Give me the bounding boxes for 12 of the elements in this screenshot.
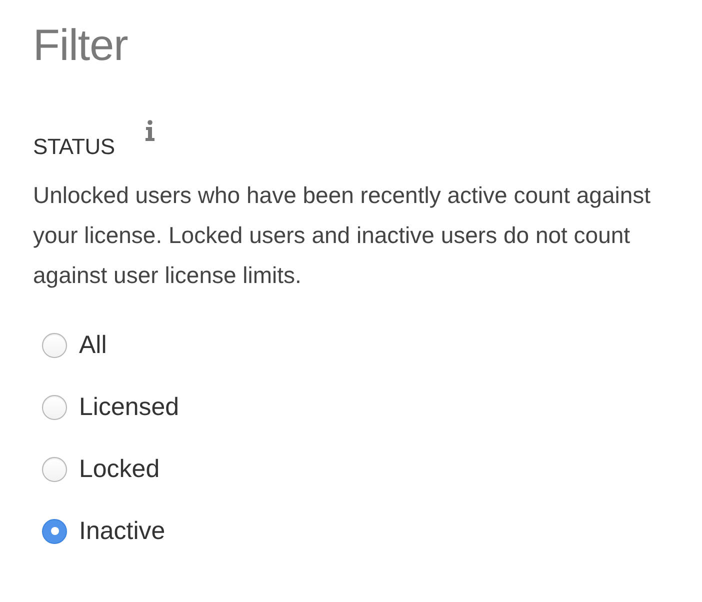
- radio-button[interactable]: [42, 518, 67, 544]
- description-text: Unlocked users who have been recently active count against your license. Locked users and inactive users do not count against user license limits.: [33, 181, 652, 290]
- radio-label[interactable]: Locked: [79, 454, 160, 484]
- section-label: STATUS: [33, 133, 115, 161]
- info-icon[interactable]: [144, 120, 155, 141]
- panel-title: Filter: [33, 20, 128, 72]
- radio-button[interactable]: [42, 394, 67, 420]
- radio-label[interactable]: All: [79, 330, 107, 360]
- radio-button[interactable]: [42, 456, 67, 482]
- radio-label[interactable]: Inactive: [79, 516, 166, 546]
- radio-button[interactable]: [42, 332, 67, 358]
- radio-label[interactable]: Licensed: [79, 392, 180, 422]
